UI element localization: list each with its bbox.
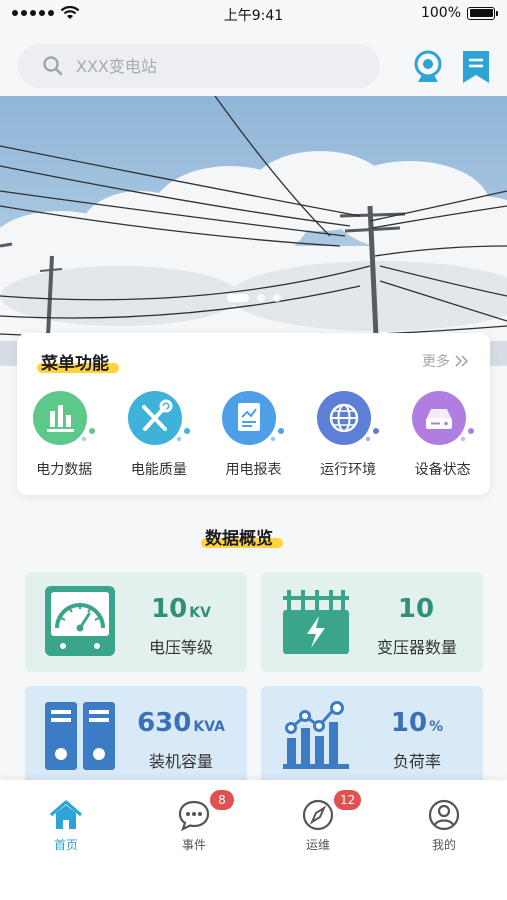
- operations-badge: 12: [334, 790, 362, 810]
- menu-section-title: 菜单功能: [37, 349, 119, 374]
- stat-label: 装机容量: [148, 752, 213, 771]
- tab-label: 运维: [305, 838, 330, 852]
- menu-item-label: 电力数据: [36, 462, 93, 478]
- menu-item-environment[interactable]: 运行环境: [301, 389, 396, 479]
- more-label: 更多: [422, 354, 450, 370]
- carousel-indicators[interactable]: [0, 294, 507, 302]
- stat-unit: %: [429, 719, 444, 735]
- device-icon: [411, 391, 474, 445]
- home-icon: [49, 800, 83, 829]
- indicator-dot[interactable]: [272, 294, 281, 302]
- menu-card: 菜单功能 更多 电力数据 电能质量 用电报表 运行环境 设备状态: [17, 333, 490, 495]
- menu-item-power-quality[interactable]: 电能质量: [112, 389, 207, 479]
- overview-section-title: 数据概览: [201, 524, 283, 549]
- stat-value: 10%: [390, 708, 444, 738]
- user-icon: [428, 799, 460, 831]
- indicator-dot-active[interactable]: [226, 294, 249, 302]
- tab-operations[interactable]: 12 运维: [278, 790, 362, 853]
- stat-voltage-level[interactable]: 10 KV 电压等级: [25, 572, 247, 672]
- stat-value: 630 KVA: [137, 708, 225, 738]
- menu-item-label: 运行环境: [320, 462, 377, 478]
- search-input[interactable]: [76, 56, 326, 76]
- tab-label: 我的: [431, 838, 456, 852]
- bar-chart-icon: [33, 391, 96, 445]
- search-bar[interactable]: [18, 44, 380, 88]
- header: [0, 28, 507, 96]
- status-bar: 上午9:41 100%: [0, 0, 507, 28]
- menu-item-label: 用电报表: [225, 462, 282, 478]
- compass-icon: [302, 799, 334, 831]
- double-chevron-right-icon: [455, 355, 469, 367]
- tab-profile[interactable]: 我的: [404, 798, 484, 853]
- menu-item-label: 电能质量: [130, 462, 187, 478]
- stat-unit: KVA: [193, 719, 225, 735]
- indicator-dot[interactable]: [256, 294, 265, 302]
- load-chart-icon: [283, 701, 349, 769]
- stat-value: 10 KV: [151, 594, 211, 624]
- tab-label: 事件: [181, 838, 206, 852]
- report-icon: [222, 391, 285, 445]
- globe-icon: [317, 391, 380, 445]
- menu-item-power-data[interactable]: 电力数据: [17, 389, 112, 479]
- menu-item-label: 设备状态: [414, 462, 471, 478]
- power-lines-image: [0, 96, 507, 366]
- tab-events[interactable]: 8 事件: [154, 790, 234, 853]
- tools-icon: [127, 391, 190, 445]
- battery-percent: 100%: [420, 5, 461, 21]
- stat-load-rate[interactable]: 10% 负荷率: [261, 686, 483, 786]
- menu-item-usage-report[interactable]: 用电报表: [206, 389, 301, 479]
- tab-home[interactable]: 首页: [26, 798, 106, 853]
- stat-installed-capacity[interactable]: 630 KVA 装机容量: [25, 686, 247, 786]
- stat-label: 负荷率: [392, 752, 441, 771]
- camera-icon[interactable]: [412, 50, 444, 84]
- stat-transformer-count[interactable]: 10 变压器数量: [261, 572, 483, 672]
- search-icon: [43, 56, 63, 76]
- stat-unit: KV: [189, 605, 211, 621]
- transformer-icon: [283, 590, 349, 654]
- cabinet-icon: [45, 702, 115, 770]
- stat-value: 10: [397, 594, 435, 624]
- battery-icon: [467, 6, 498, 20]
- stat-label: 电压等级: [148, 638, 213, 657]
- events-badge: 8: [210, 790, 234, 810]
- stat-label: 变压器数量: [376, 638, 457, 657]
- menu-item-device-status[interactable]: 设备状态: [395, 389, 490, 479]
- gauge-icon: [45, 586, 115, 656]
- banner-carousel[interactable]: [0, 96, 507, 366]
- tab-bar: 首页 8 事件 12 运维 我的: [0, 780, 507, 900]
- message-icon: [178, 800, 210, 832]
- more-button[interactable]: 更多: [422, 351, 470, 371]
- tab-label: 首页: [53, 838, 78, 852]
- bookmark-icon[interactable]: [460, 50, 492, 84]
